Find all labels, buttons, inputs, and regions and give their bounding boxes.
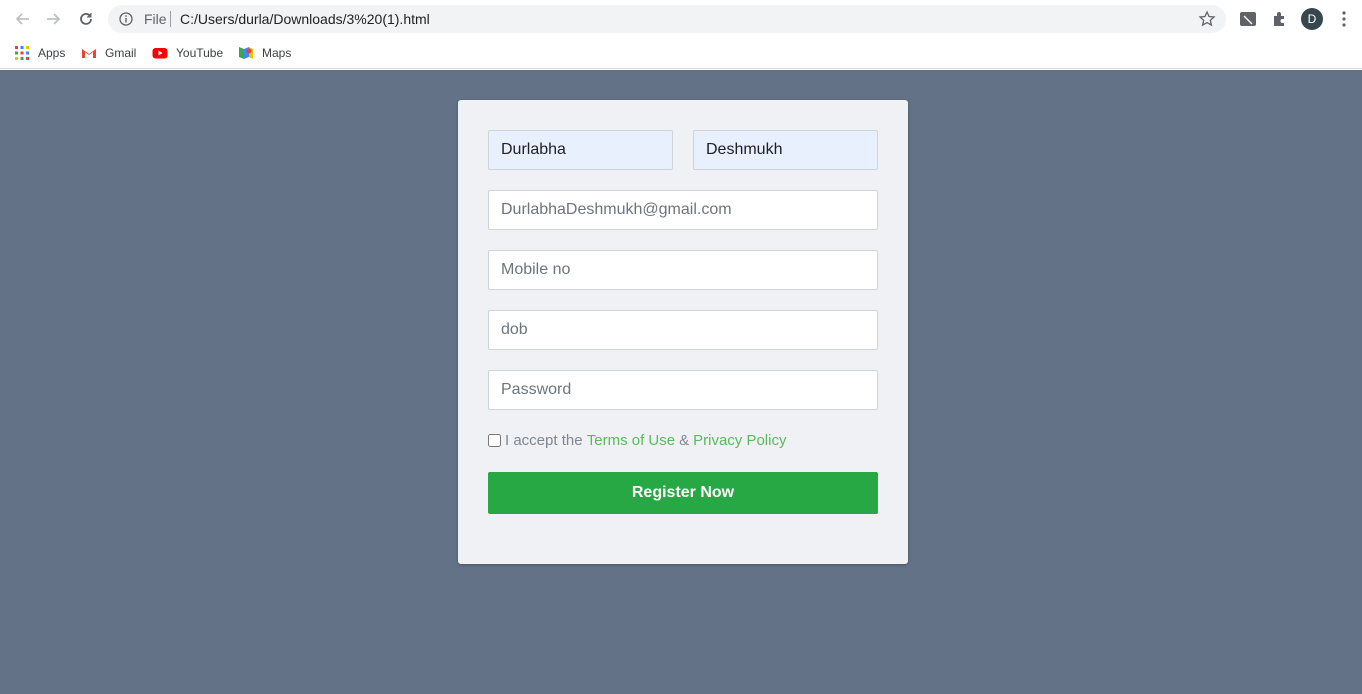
gmail-icon <box>81 45 97 61</box>
info-icon[interactable] <box>119 12 133 26</box>
dob-field[interactable] <box>488 310 878 350</box>
address-bar[interactable]: File C:/Users/durla/Downloads/3%20(1).ht… <box>108 5 1226 33</box>
mobile-field[interactable] <box>488 250 878 290</box>
terms-checkbox[interactable] <box>488 434 501 447</box>
password-field[interactable] <box>488 370 878 410</box>
terms-prefix: I accept the <box>505 432 583 449</box>
omnibox-divider <box>170 11 171 27</box>
bookmark-label: Maps <box>262 46 292 60</box>
bookmark-youtube[interactable]: YouTube <box>152 43 223 63</box>
browser-toolbar: File C:/Users/durla/Downloads/3%20(1).ht… <box>0 0 1362 38</box>
register-button[interactable]: Register Now <box>488 472 878 514</box>
apps-grid-icon <box>14 45 30 61</box>
bookmark-label: Apps <box>38 46 66 60</box>
terms-ampersand: & <box>679 432 690 449</box>
profile-avatar[interactable]: D <box>1301 8 1323 30</box>
bookmarks-bar: Apps Gmail YouTube Maps <box>0 38 1362 69</box>
registration-card: I accept the Terms of Use&Privacy Policy… <box>458 100 908 564</box>
terms-row: I accept the Terms of Use & Privacy Policy <box>488 432 786 449</box>
bookmark-apps[interactable]: Apps <box>14 43 65 63</box>
privacy-policy-link[interactable]: Privacy Policy <box>693 432 786 449</box>
back-icon[interactable] <box>12 9 32 29</box>
bookmark-maps[interactable]: Maps <box>238 43 291 63</box>
extension-icon[interactable] <box>1238 9 1258 29</box>
first-name-field[interactable] <box>488 130 673 170</box>
maps-icon <box>238 45 254 61</box>
last-name-field[interactable] <box>693 130 878 170</box>
terms-of-use-link[interactable]: Terms of Use <box>587 432 675 449</box>
email-field[interactable] <box>488 190 878 230</box>
forward-icon[interactable] <box>44 9 64 29</box>
bookmark-label: YouTube <box>176 46 224 60</box>
kebab-menu-icon[interactable] <box>1334 9 1354 29</box>
bookmark-label: Gmail <box>105 46 137 60</box>
bookmark-star-icon[interactable] <box>1198 10 1216 28</box>
puzzle-extensions-icon[interactable] <box>1270 9 1290 29</box>
url-text[interactable]: C:/Users/durla/Downloads/3%20(1).html <box>180 11 430 27</box>
youtube-icon <box>152 45 168 61</box>
bookmark-gmail[interactable]: Gmail <box>81 43 136 63</box>
page-background: I accept the Terms of Use&Privacy Policy… <box>0 70 1362 694</box>
reload-icon[interactable] <box>76 9 96 29</box>
scheme-label: File <box>144 11 167 27</box>
